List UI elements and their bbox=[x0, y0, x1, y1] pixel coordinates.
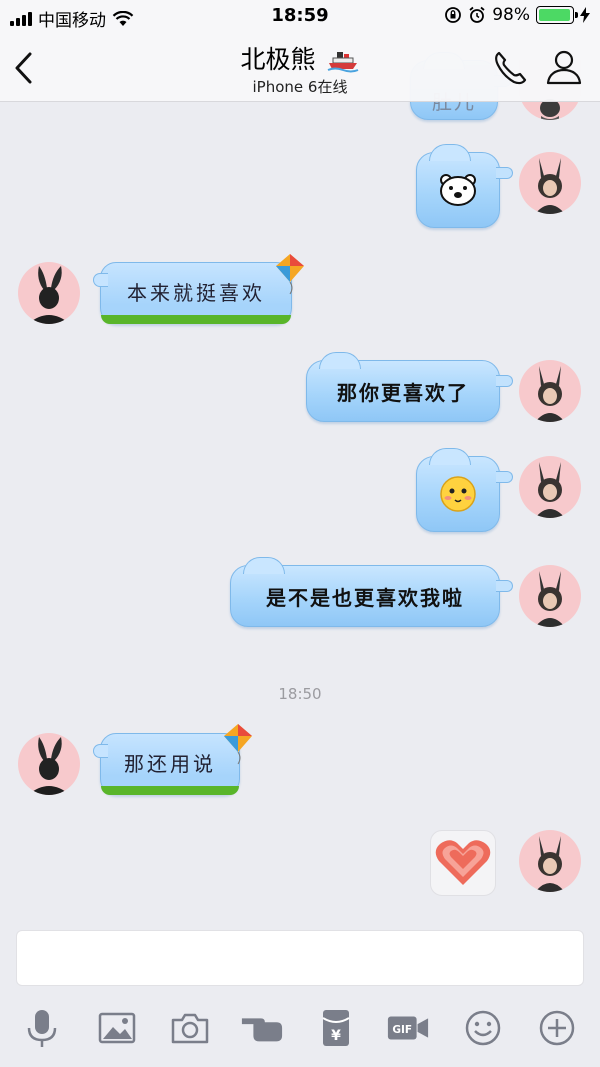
contact-avatar[interactable] bbox=[18, 262, 80, 324]
message-bubble-sent[interactable]: 是不是也更喜欢我啦 bbox=[230, 557, 513, 627]
gif-button[interactable]: GIF bbox=[386, 1006, 430, 1050]
bunny-girl-avatar-icon bbox=[535, 366, 565, 422]
alarm-icon bbox=[469, 6, 485, 23]
profile-button[interactable] bbox=[544, 46, 584, 86]
message-bubble-sticker-bear[interactable] bbox=[416, 144, 513, 228]
ship-icon bbox=[328, 52, 359, 73]
my-avatar[interactable] bbox=[519, 830, 581, 892]
polar-bear-emoji-icon bbox=[440, 174, 476, 206]
rabbit-mask-avatar-icon bbox=[28, 737, 70, 795]
status-bar: 中国移动 18:59 98% bbox=[0, 0, 600, 34]
grass-decoration bbox=[101, 315, 291, 324]
blushing-face-emoji-icon bbox=[440, 476, 476, 512]
bunny-girl-avatar-icon bbox=[535, 462, 565, 518]
status-right: 98% bbox=[444, 5, 590, 25]
rabbit-mask-avatar-icon bbox=[28, 266, 70, 324]
message-input[interactable] bbox=[16, 930, 584, 986]
red-packet-icon: ¥ bbox=[322, 1010, 350, 1046]
my-avatar[interactable] bbox=[519, 565, 581, 627]
battery-fill bbox=[539, 9, 571, 21]
battery-percent: 98% bbox=[492, 5, 530, 25]
kite-icon bbox=[224, 724, 252, 765]
grass-decoration bbox=[101, 786, 239, 795]
image-icon bbox=[98, 1012, 136, 1044]
chat-header: 北极熊 iPhone 6在线 bbox=[0, 34, 600, 102]
plus-circle-icon bbox=[539, 1010, 575, 1046]
yen-symbol: ¥ bbox=[331, 1028, 341, 1044]
gif-camera-icon: GIF bbox=[387, 1016, 429, 1040]
message-bubble-received[interactable]: 那还用说 bbox=[93, 733, 240, 795]
my-avatar[interactable] bbox=[519, 152, 581, 214]
voice-button[interactable] bbox=[20, 1006, 64, 1050]
emoji-button[interactable] bbox=[461, 1006, 505, 1050]
smiley-face-icon bbox=[465, 1010, 501, 1046]
message-bubble-received[interactable]: 本来就挺喜欢 bbox=[93, 262, 292, 324]
orientation-lock-icon bbox=[445, 7, 462, 23]
message-text: 本来就挺喜欢 bbox=[127, 280, 265, 305]
message-timestamp: 18:50 bbox=[278, 685, 322, 703]
battery-icon bbox=[536, 6, 578, 24]
phone-call-button[interactable] bbox=[490, 48, 530, 88]
red-packet-button[interactable]: ¥ bbox=[314, 1006, 358, 1050]
camera-button[interactable] bbox=[168, 1006, 212, 1050]
charging-icon bbox=[580, 7, 590, 23]
message-bubble-sent[interactable]: 那你更喜欢了 bbox=[306, 352, 513, 422]
camera-icon bbox=[171, 1013, 209, 1044]
pixel-heart-icon bbox=[435, 840, 491, 885]
message-sticker-heart[interactable] bbox=[430, 830, 496, 896]
contact-name: 北极熊 bbox=[240, 45, 316, 74]
message-text: 是不是也更喜欢我啦 bbox=[266, 585, 464, 610]
input-toolbar: ¥ GIF bbox=[0, 1000, 600, 1060]
gif-label: GIF bbox=[392, 1024, 412, 1036]
my-avatar[interactable] bbox=[519, 360, 581, 422]
more-button[interactable] bbox=[535, 1006, 579, 1050]
photo-button[interactable] bbox=[95, 1006, 139, 1050]
message-bubble-sticker-blush[interactable] bbox=[416, 448, 513, 532]
pointing-hand-icon bbox=[241, 1018, 283, 1042]
bunny-girl-avatar-icon bbox=[535, 571, 565, 627]
microphone-icon bbox=[27, 1010, 57, 1047]
bunny-girl-avatar-icon bbox=[535, 836, 565, 892]
contact-avatar[interactable] bbox=[18, 733, 80, 795]
poke-button[interactable] bbox=[240, 1006, 284, 1050]
my-avatar[interactable] bbox=[519, 456, 581, 518]
message-text: 那你更喜欢了 bbox=[337, 380, 469, 405]
bunny-girl-avatar-icon bbox=[535, 158, 565, 214]
kite-icon bbox=[276, 254, 304, 295]
message-text: 那还用说 bbox=[124, 751, 216, 776]
